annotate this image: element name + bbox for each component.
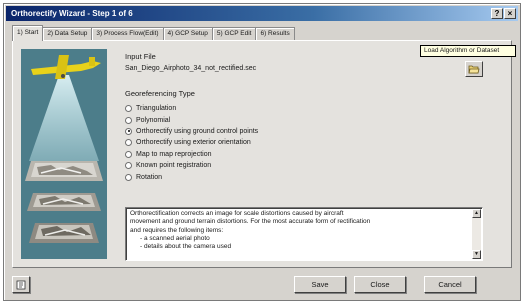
scroll-down-arrow-icon[interactable]: ▼ xyxy=(472,250,481,259)
tab-start[interactable]: 1) Start xyxy=(12,25,44,41)
radio-button[interactable] xyxy=(125,139,132,147)
help-button[interactable] xyxy=(12,276,30,293)
option-ortho-exterior[interactable]: Orthorectify using exterior orientation xyxy=(125,137,258,148)
option-label: Orthorectify using ground control points xyxy=(136,127,259,135)
wizard-tabs: 1) Start 2) Data Setup 3) Process Flow(E… xyxy=(12,25,295,41)
input-file-path[interactable]: San_Diego_Airphoto_34_not_rectified.sec xyxy=(125,65,256,72)
wizard-illustration xyxy=(21,49,107,259)
option-known-point[interactable]: Known point registration xyxy=(125,160,258,171)
description-scrollbar[interactable]: ▲ ▼ xyxy=(472,209,481,259)
description-box[interactable]: Orthorectification corrects an image for… xyxy=(125,207,483,261)
close-title-button[interactable]: × xyxy=(504,8,516,19)
load-dataset-tooltip: Load Algorithm or Dataset xyxy=(420,45,516,57)
option-ortho-gcp[interactable]: Orthorectify using ground control points xyxy=(125,126,258,137)
tab-process-flow[interactable]: 3) Process Flow(Edit) xyxy=(91,27,164,41)
tab-results[interactable]: 6) Results xyxy=(255,27,295,41)
save-button[interactable]: Save xyxy=(294,276,346,293)
description-line: Orthorectification corrects an image for… xyxy=(130,210,344,217)
help-icon xyxy=(16,280,26,289)
option-label: Orthorectify using exterior orientation xyxy=(136,139,251,147)
tab-data-setup[interactable]: 2) Data Setup xyxy=(42,27,93,41)
option-label: Rotation xyxy=(136,173,163,181)
radio-button[interactable] xyxy=(125,173,132,181)
terrain-tile-bottom xyxy=(29,223,99,243)
description-line: movement and ground terrain distortions.… xyxy=(130,218,371,226)
title-bar[interactable]: Orthorectify Wizard - Step 1 of 6 ? × xyxy=(6,6,518,21)
tab-gcp-setup[interactable]: 4) GCP Setup xyxy=(162,27,213,41)
option-label: Triangulation xyxy=(136,105,177,113)
option-label: Map to map reprojection xyxy=(136,150,212,158)
tab-panel: Input File San_Diego_Airphoto_34_not_rec… xyxy=(12,40,512,268)
radio-button[interactable] xyxy=(125,105,132,113)
option-triangulation[interactable]: Triangulation xyxy=(125,103,258,114)
option-label: Polynomial xyxy=(136,116,171,124)
tab-gcp-edit[interactable]: 5) GCP Edit xyxy=(211,27,257,41)
description-line: - details about the camera used xyxy=(140,243,232,251)
cancel-button[interactable]: Cancel xyxy=(424,276,476,293)
help-title-button[interactable]: ? xyxy=(491,8,503,19)
radio-button[interactable] xyxy=(125,150,132,158)
terrain-tile-top xyxy=(25,161,103,181)
input-file-label: Input File xyxy=(125,52,156,61)
option-label: Known point registration xyxy=(136,162,212,170)
title-buttons: ? × xyxy=(491,8,516,19)
option-polynomial[interactable]: Polynomial xyxy=(125,114,258,125)
load-dataset-button[interactable] xyxy=(465,61,483,77)
radio-button[interactable] xyxy=(125,162,132,170)
terrain-tile-middle xyxy=(27,193,101,211)
radio-button-selected[interactable] xyxy=(125,127,132,135)
folder-open-icon xyxy=(468,65,480,73)
close-button[interactable]: Close xyxy=(354,276,406,293)
georeferencing-type-label: Georeferencing Type xyxy=(125,89,195,98)
description-line: - a scanned aerial photo xyxy=(140,234,210,242)
window-title: Orthorectify Wizard - Step 1 of 6 xyxy=(11,9,133,18)
option-map-reprojection[interactable]: Map to map reprojection xyxy=(125,149,258,160)
georeferencing-options: Triangulation Polynomial Orthorectify us… xyxy=(125,103,258,183)
option-rotation[interactable]: Rotation xyxy=(125,171,258,182)
scroll-up-arrow-icon[interactable]: ▲ xyxy=(472,209,481,218)
description-line: and requires the following items: xyxy=(130,226,224,234)
radio-button[interactable] xyxy=(125,116,132,124)
